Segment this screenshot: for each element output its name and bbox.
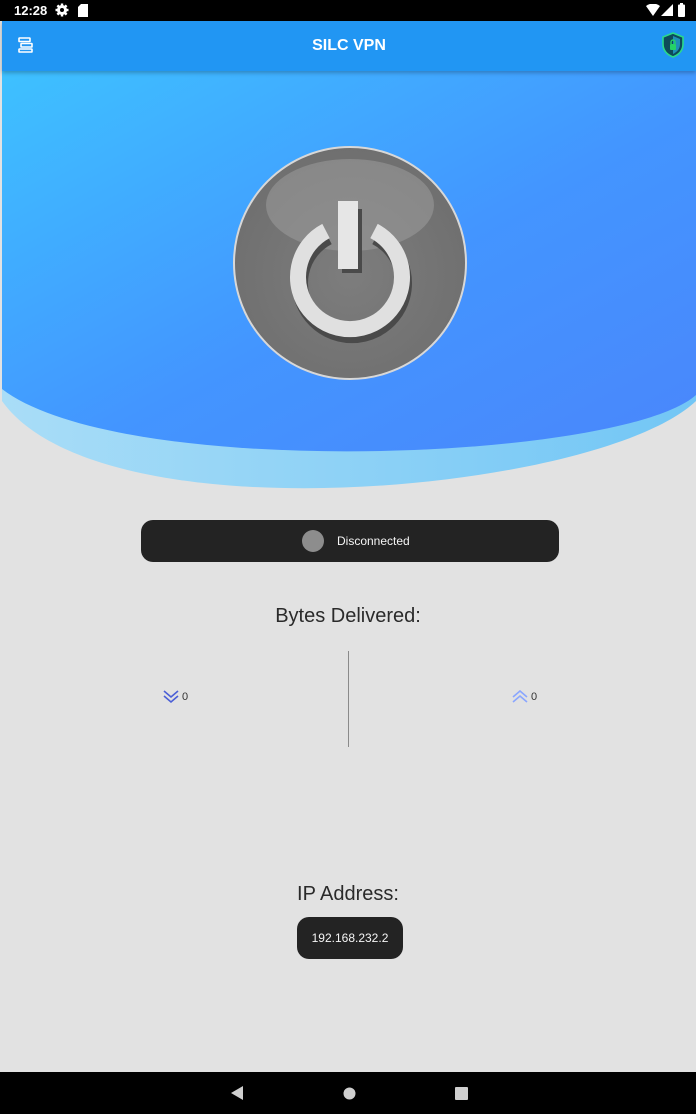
- ip-address-pill: 192.168.232.2: [297, 917, 403, 959]
- app-title: SILC VPN: [312, 37, 386, 54]
- bytes-delivered-heading: Bytes Delivered:: [275, 605, 421, 627]
- bytes-divider: [348, 651, 349, 747]
- status-indicator-dot: [302, 530, 324, 552]
- battery-icon: [678, 3, 685, 17]
- connection-status-text: Disconnected: [337, 534, 410, 548]
- navigation-bar: [0, 1072, 696, 1114]
- recents-icon[interactable]: [455, 1087, 468, 1100]
- upload-value: 0: [531, 691, 538, 703]
- connection-status-pill[interactable]: Disconnected: [141, 520, 559, 562]
- sd-card-icon: [78, 4, 88, 17]
- wifi-icon: [646, 4, 660, 16]
- power-button[interactable]: [232, 145, 468, 381]
- gear-icon: [55, 3, 69, 17]
- ip-address-value: 192.168.232.2: [311, 931, 389, 945]
- download-value: 0: [182, 691, 189, 703]
- ip-address-heading: IP Address:: [297, 883, 399, 905]
- upload-arrows-icon: [512, 689, 528, 703]
- download-arrows-icon: [163, 690, 179, 704]
- status-time: 12:28: [14, 3, 48, 18]
- back-icon[interactable]: [231, 1086, 243, 1100]
- download-counter: 0: [163, 690, 188, 709]
- shield-lock-icon[interactable]: [662, 32, 684, 58]
- signal-icon: [661, 4, 673, 16]
- home-icon[interactable]: [343, 1087, 356, 1100]
- app-bar: SILC VPN: [2, 21, 696, 71]
- status-bar: 12:28: [0, 0, 696, 21]
- upload-counter: 0: [512, 689, 537, 709]
